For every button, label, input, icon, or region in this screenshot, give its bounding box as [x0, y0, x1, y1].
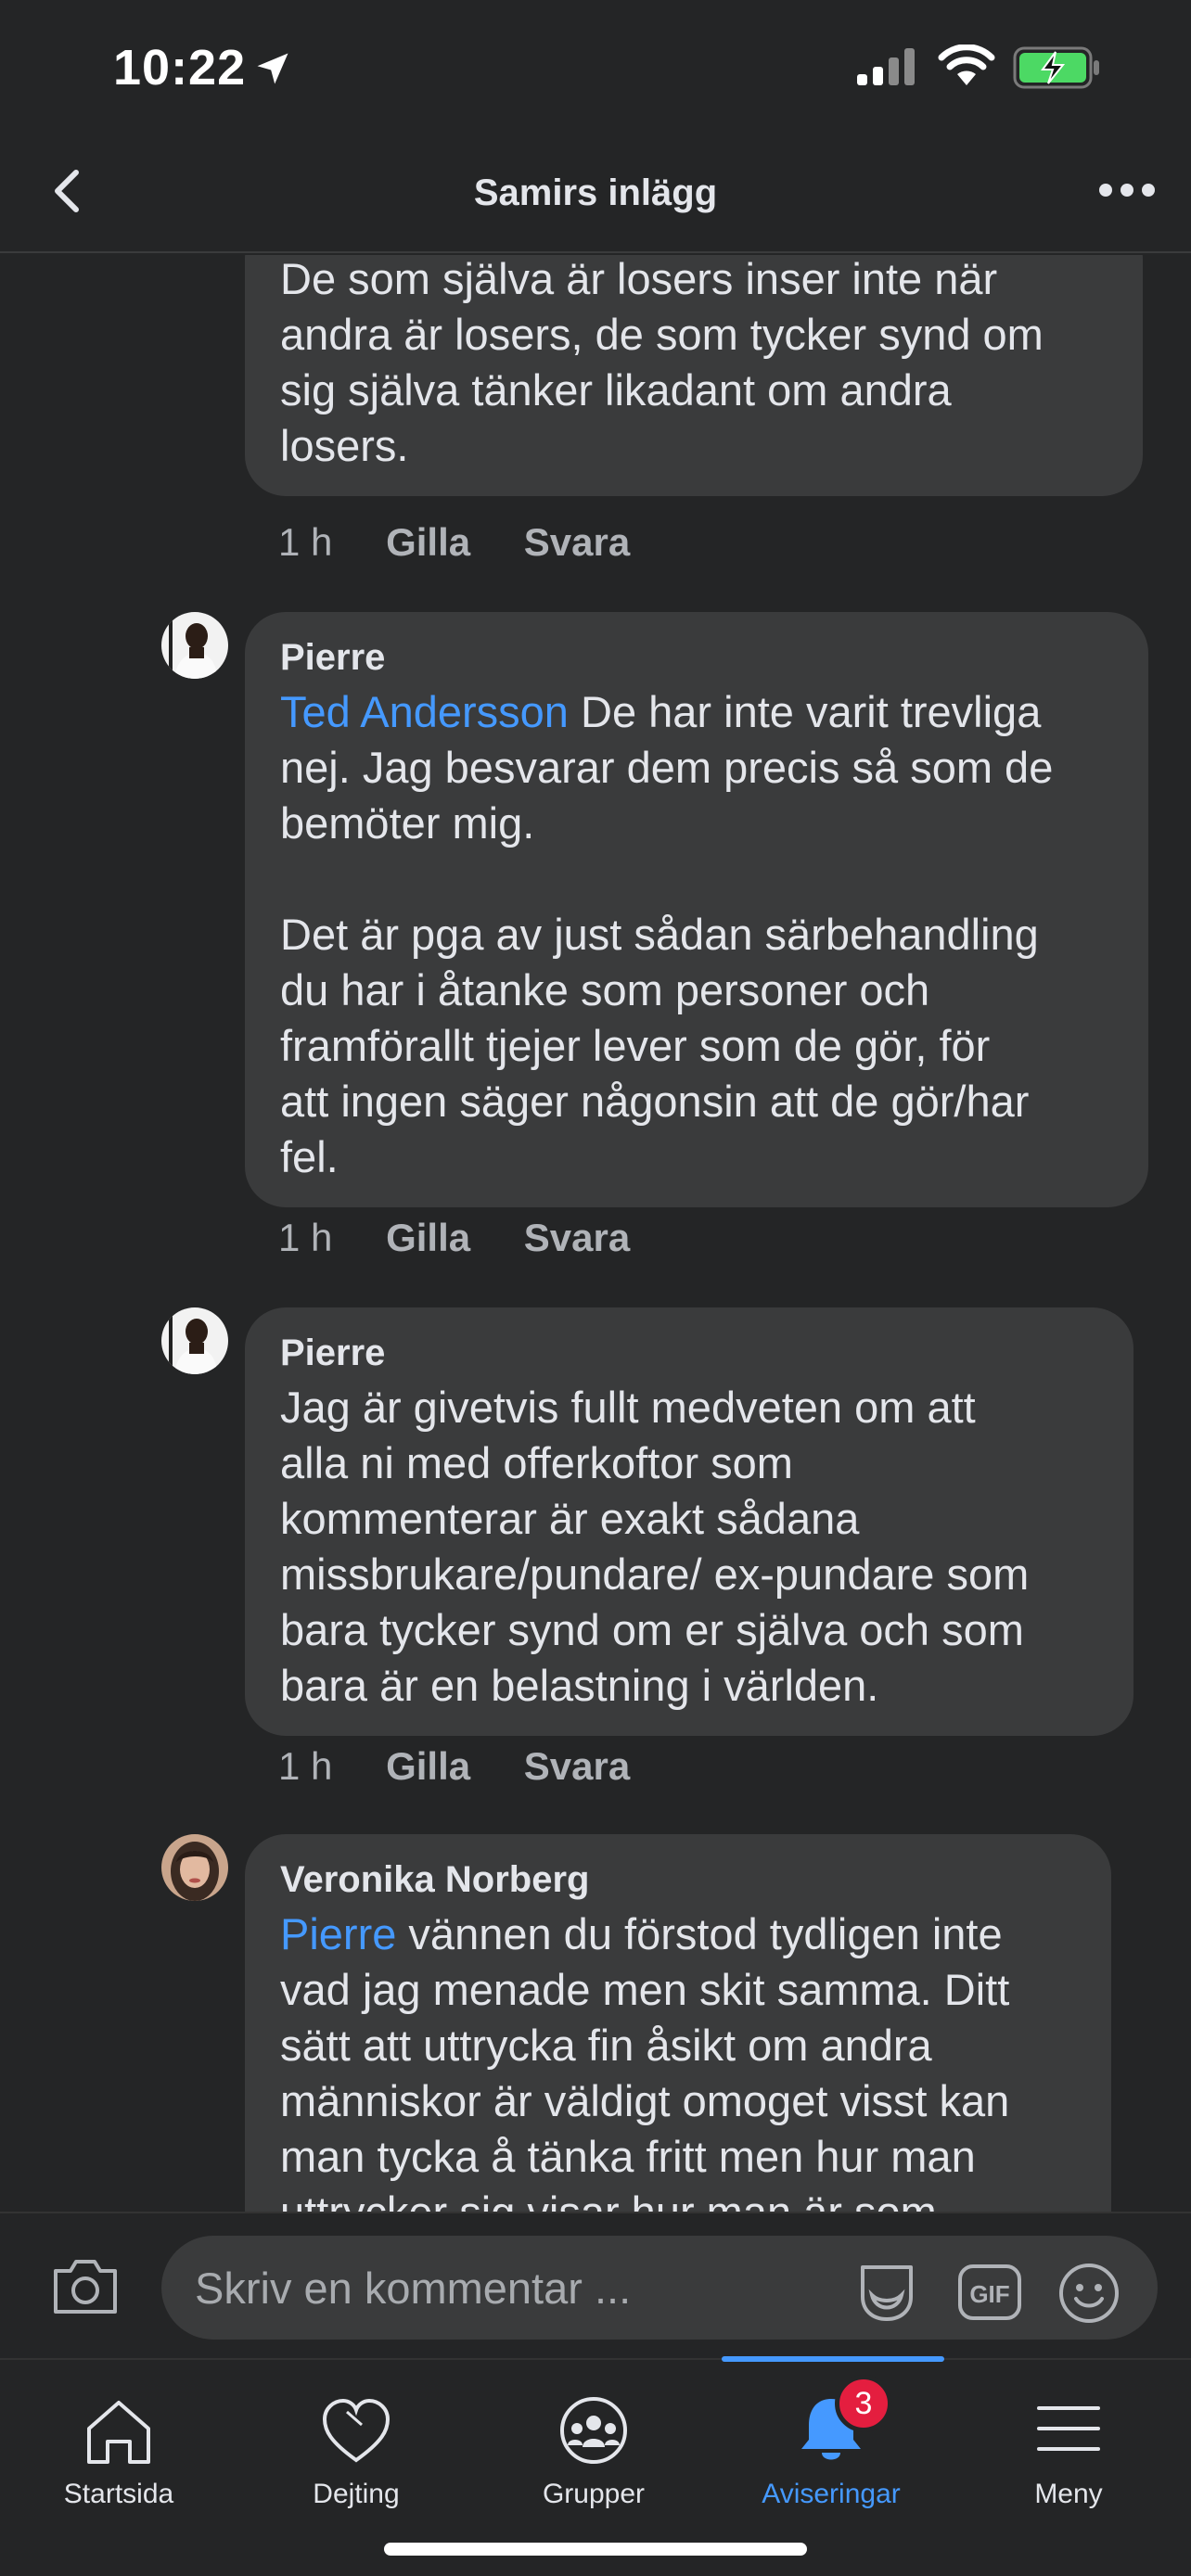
bell-icon	[801, 2399, 861, 2460]
comment-composer: GIF	[0, 2212, 1191, 2358]
nav-header: Samirs inlägg	[0, 139, 1191, 253]
heart-icon	[322, 2398, 391, 2463]
notification-badge: 3	[835, 2375, 892, 2432]
battery-charging-icon	[1013, 46, 1099, 89]
groups-icon	[560, 2397, 627, 2464]
reply-button[interactable]: Svara	[524, 520, 630, 564]
svg-text:GIF: GIF	[969, 2280, 1009, 2308]
comment-body: De har inte varit trevliga nej. Jag besv…	[280, 687, 1054, 1181]
comment-age: 1 h	[278, 1216, 333, 1259]
tab-meny[interactable]: Meny	[950, 2360, 1187, 2527]
comment-bubble: Pierre Ted Andersson De har inte varit t…	[245, 612, 1148, 1207]
comment-input-wrapper: GIF	[161, 2236, 1158, 2340]
tab-aviseringar[interactable]: Aviseringar	[712, 2360, 950, 2527]
location-arrow-icon	[257, 53, 288, 84]
cellular-signal-icon	[857, 48, 915, 85]
tab-grupper[interactable]: Grupper	[475, 2360, 712, 2527]
more-options-icon[interactable]	[1095, 176, 1159, 204]
camera-icon[interactable]	[50, 2256, 121, 2317]
avatar[interactable]	[161, 1307, 228, 1374]
like-button[interactable]: Gilla	[386, 1744, 470, 1788]
comment-meta: 1 h Gilla Svara	[278, 1744, 672, 1789]
comment-meta: 1 h Gilla Svara	[278, 520, 672, 565]
home-icon	[87, 2401, 150, 2464]
tab-startsida[interactable]: Startsida	[0, 2360, 237, 2527]
tab-label: Grupper	[542, 2479, 646, 2509]
comment-bubble: Pierre Jag är givetvis fullt medveten om…	[245, 1307, 1133, 1736]
home-indicator	[384, 2543, 807, 2556]
like-button[interactable]: Gilla	[386, 520, 470, 564]
like-button[interactable]: Gilla	[386, 1216, 470, 1259]
comment-text: Ted Andersson De har inte varit trevliga…	[280, 684, 1115, 1185]
mention-link[interactable]: Ted Andersson	[280, 687, 569, 736]
wifi-icon	[938, 45, 995, 85]
tab-label: Startsida	[63, 2479, 174, 2509]
menu-icon	[1037, 2406, 1100, 2451]
sticker-icon[interactable]	[853, 2260, 920, 2327]
comment-input[interactable]	[195, 2262, 788, 2314]
tab-dejting[interactable]: Dejting	[237, 2360, 475, 2527]
comment-author[interactable]: Veronika Norberg	[280, 1853, 1078, 1906]
reply-button[interactable]: Svara	[524, 1216, 630, 1259]
comment-text: De som själva är losers inser inte när a…	[280, 255, 1044, 470]
comment-text: Jag är givetvis fullt medveten om att al…	[280, 1383, 1030, 1710]
comment-meta: 1 h Gilla Svara	[278, 1216, 672, 1260]
comment-text: Pierre vännen du förstod tydligen inte v…	[280, 1906, 1078, 2212]
bottom-tab-bar: Startsida Dejting Grupper Aviseringar 3	[0, 2356, 1191, 2576]
comment-bubble: Veronika Norberg Pierre vännen du försto…	[245, 1834, 1111, 2212]
emoji-icon[interactable]	[1057, 2262, 1121, 2325]
tab-label: Aviseringar	[762, 2479, 901, 2509]
page-title: Samirs inlägg	[473, 172, 718, 213]
tab-label: Meny	[1034, 2479, 1103, 2509]
tab-label: Dejting	[313, 2479, 400, 2509]
avatar[interactable]	[161, 612, 228, 679]
comment-author[interactable]: Pierre	[280, 1326, 1100, 1380]
comment-age: 1 h	[278, 1744, 333, 1788]
status-time: 10:22	[113, 40, 247, 96]
comment-author[interactable]: Pierre	[280, 631, 1115, 684]
status-bar: 10:22	[0, 0, 1191, 139]
mention-link[interactable]: Pierre	[280, 1909, 396, 1958]
comment-age: 1 h	[278, 520, 333, 564]
avatar[interactable]	[161, 1834, 228, 1901]
reply-button[interactable]: Svara	[524, 1744, 630, 1788]
gif-icon[interactable]: GIF	[957, 2262, 1022, 2323]
comments-feed[interactable]: De som själva är losers inser inte när a…	[0, 255, 1191, 2212]
comment-bubble: De som själva är losers inser inte när a…	[245, 255, 1143, 496]
